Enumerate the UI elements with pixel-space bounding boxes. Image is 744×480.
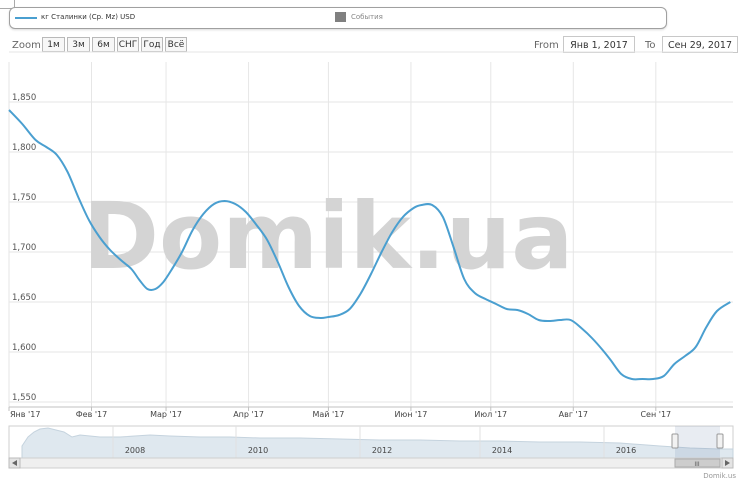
x-tick-label: Авг '17 [559, 410, 588, 419]
y-tick-label: 1,750 [12, 193, 36, 203]
y-tick-label: 1,700 [12, 243, 36, 253]
y-tick-label: 1,650 [12, 293, 36, 303]
x-tick-label: Июл '17 [474, 410, 507, 419]
x-tick-label: Сен '17 [640, 410, 671, 419]
x-tick-label: Июн '17 [394, 410, 427, 419]
x-axis-tick-labels: Янв '17 Фев '17 Мар '17 Апр '17 Май '17 Июн '… [10, 410, 671, 419]
credit-label[interactable]: Domik.us [703, 472, 736, 480]
x-tick-label: Мар '17 [150, 410, 182, 419]
y-tick-label: 1,550 [12, 393, 36, 403]
navigator-left-handle[interactable] [671, 433, 679, 449]
x-tick-label: Апр '17 [233, 410, 264, 419]
x-tick-label: Фев '17 [76, 410, 107, 419]
navigator-year-label: 2016 [616, 446, 636, 455]
y-axis-tick-labels: 1,550 1,600 1,650 1,700 1,750 1,800 1,850 [12, 93, 36, 403]
navigator-right-handle[interactable] [716, 433, 724, 449]
y-tick-label: 1,800 [12, 143, 36, 153]
scrollbar[interactable]: III [8, 457, 734, 469]
x-tick-label: Май '17 [312, 410, 344, 419]
navigator-year-label: 2012 [372, 446, 392, 455]
scrollbar-grip: III [694, 461, 700, 468]
y-tick-label: 1,600 [12, 343, 36, 353]
x-tick-label: Янв '17 [10, 410, 40, 419]
navigator-selection[interactable] [675, 426, 720, 458]
y-tick-label: 1,850 [12, 93, 36, 103]
scrollbar-track [8, 457, 734, 469]
navigator-year-label: 2010 [248, 446, 268, 455]
price-chart: Domik.ua 1,5501,6001,6501,7001,7501,8001… [8, 51, 736, 480]
navigator-year-label: 2008 [125, 446, 145, 455]
navigator-year-label: 2014 [492, 446, 512, 455]
navigator[interactable]: 2008 2010 2012 2014 2016 [8, 425, 734, 459]
watermark: Domik.ua [83, 183, 574, 290]
